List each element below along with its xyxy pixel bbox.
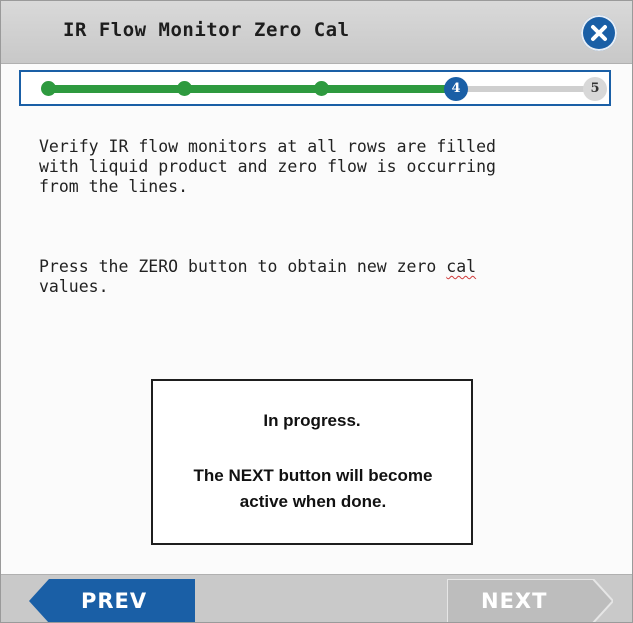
instruction-zero-suffix: values. xyxy=(39,277,109,296)
close-icon xyxy=(591,25,607,41)
instruction-zero-prefix: Press the ZERO button to obtain new zero xyxy=(39,257,447,276)
step-3-complete-dot xyxy=(314,81,329,96)
spellcheck-word: cal xyxy=(446,257,477,276)
next-button-label: NEXT xyxy=(481,589,548,613)
prev-button[interactable]: PREV xyxy=(29,579,195,622)
instruction-text-zero: Press the ZERO button to obtain new zero… xyxy=(39,257,599,297)
step-1-complete-dot xyxy=(41,81,56,96)
navigation-bar: PREV NEXT xyxy=(1,574,632,622)
close-button[interactable] xyxy=(581,15,617,51)
instruction-text-verify: Verify IR flow monitors at all rows are … xyxy=(39,137,496,196)
progress-stepper: 4 5 xyxy=(19,70,611,106)
stepper-track-complete xyxy=(47,85,457,93)
next-button[interactable]: NEXT xyxy=(446,578,615,622)
status-panel: In progress. The NEXT button will become… xyxy=(151,379,473,545)
title-bar: IR Flow Monitor Zero Cal xyxy=(1,1,632,64)
step-pending-indicator: 5 xyxy=(583,77,607,101)
step-current-indicator: 4 xyxy=(444,77,468,101)
step-2-complete-dot xyxy=(177,81,192,96)
status-next-hint: The NEXT button will become active when … xyxy=(193,466,433,511)
status-in-progress: In progress. xyxy=(263,411,361,430)
prev-button-label: PREV xyxy=(81,589,148,613)
dialog-window: IR Flow Monitor Zero Cal 4 5 Verify IR f… xyxy=(0,0,633,623)
dialog-title: IR Flow Monitor Zero Cal xyxy=(63,19,350,41)
